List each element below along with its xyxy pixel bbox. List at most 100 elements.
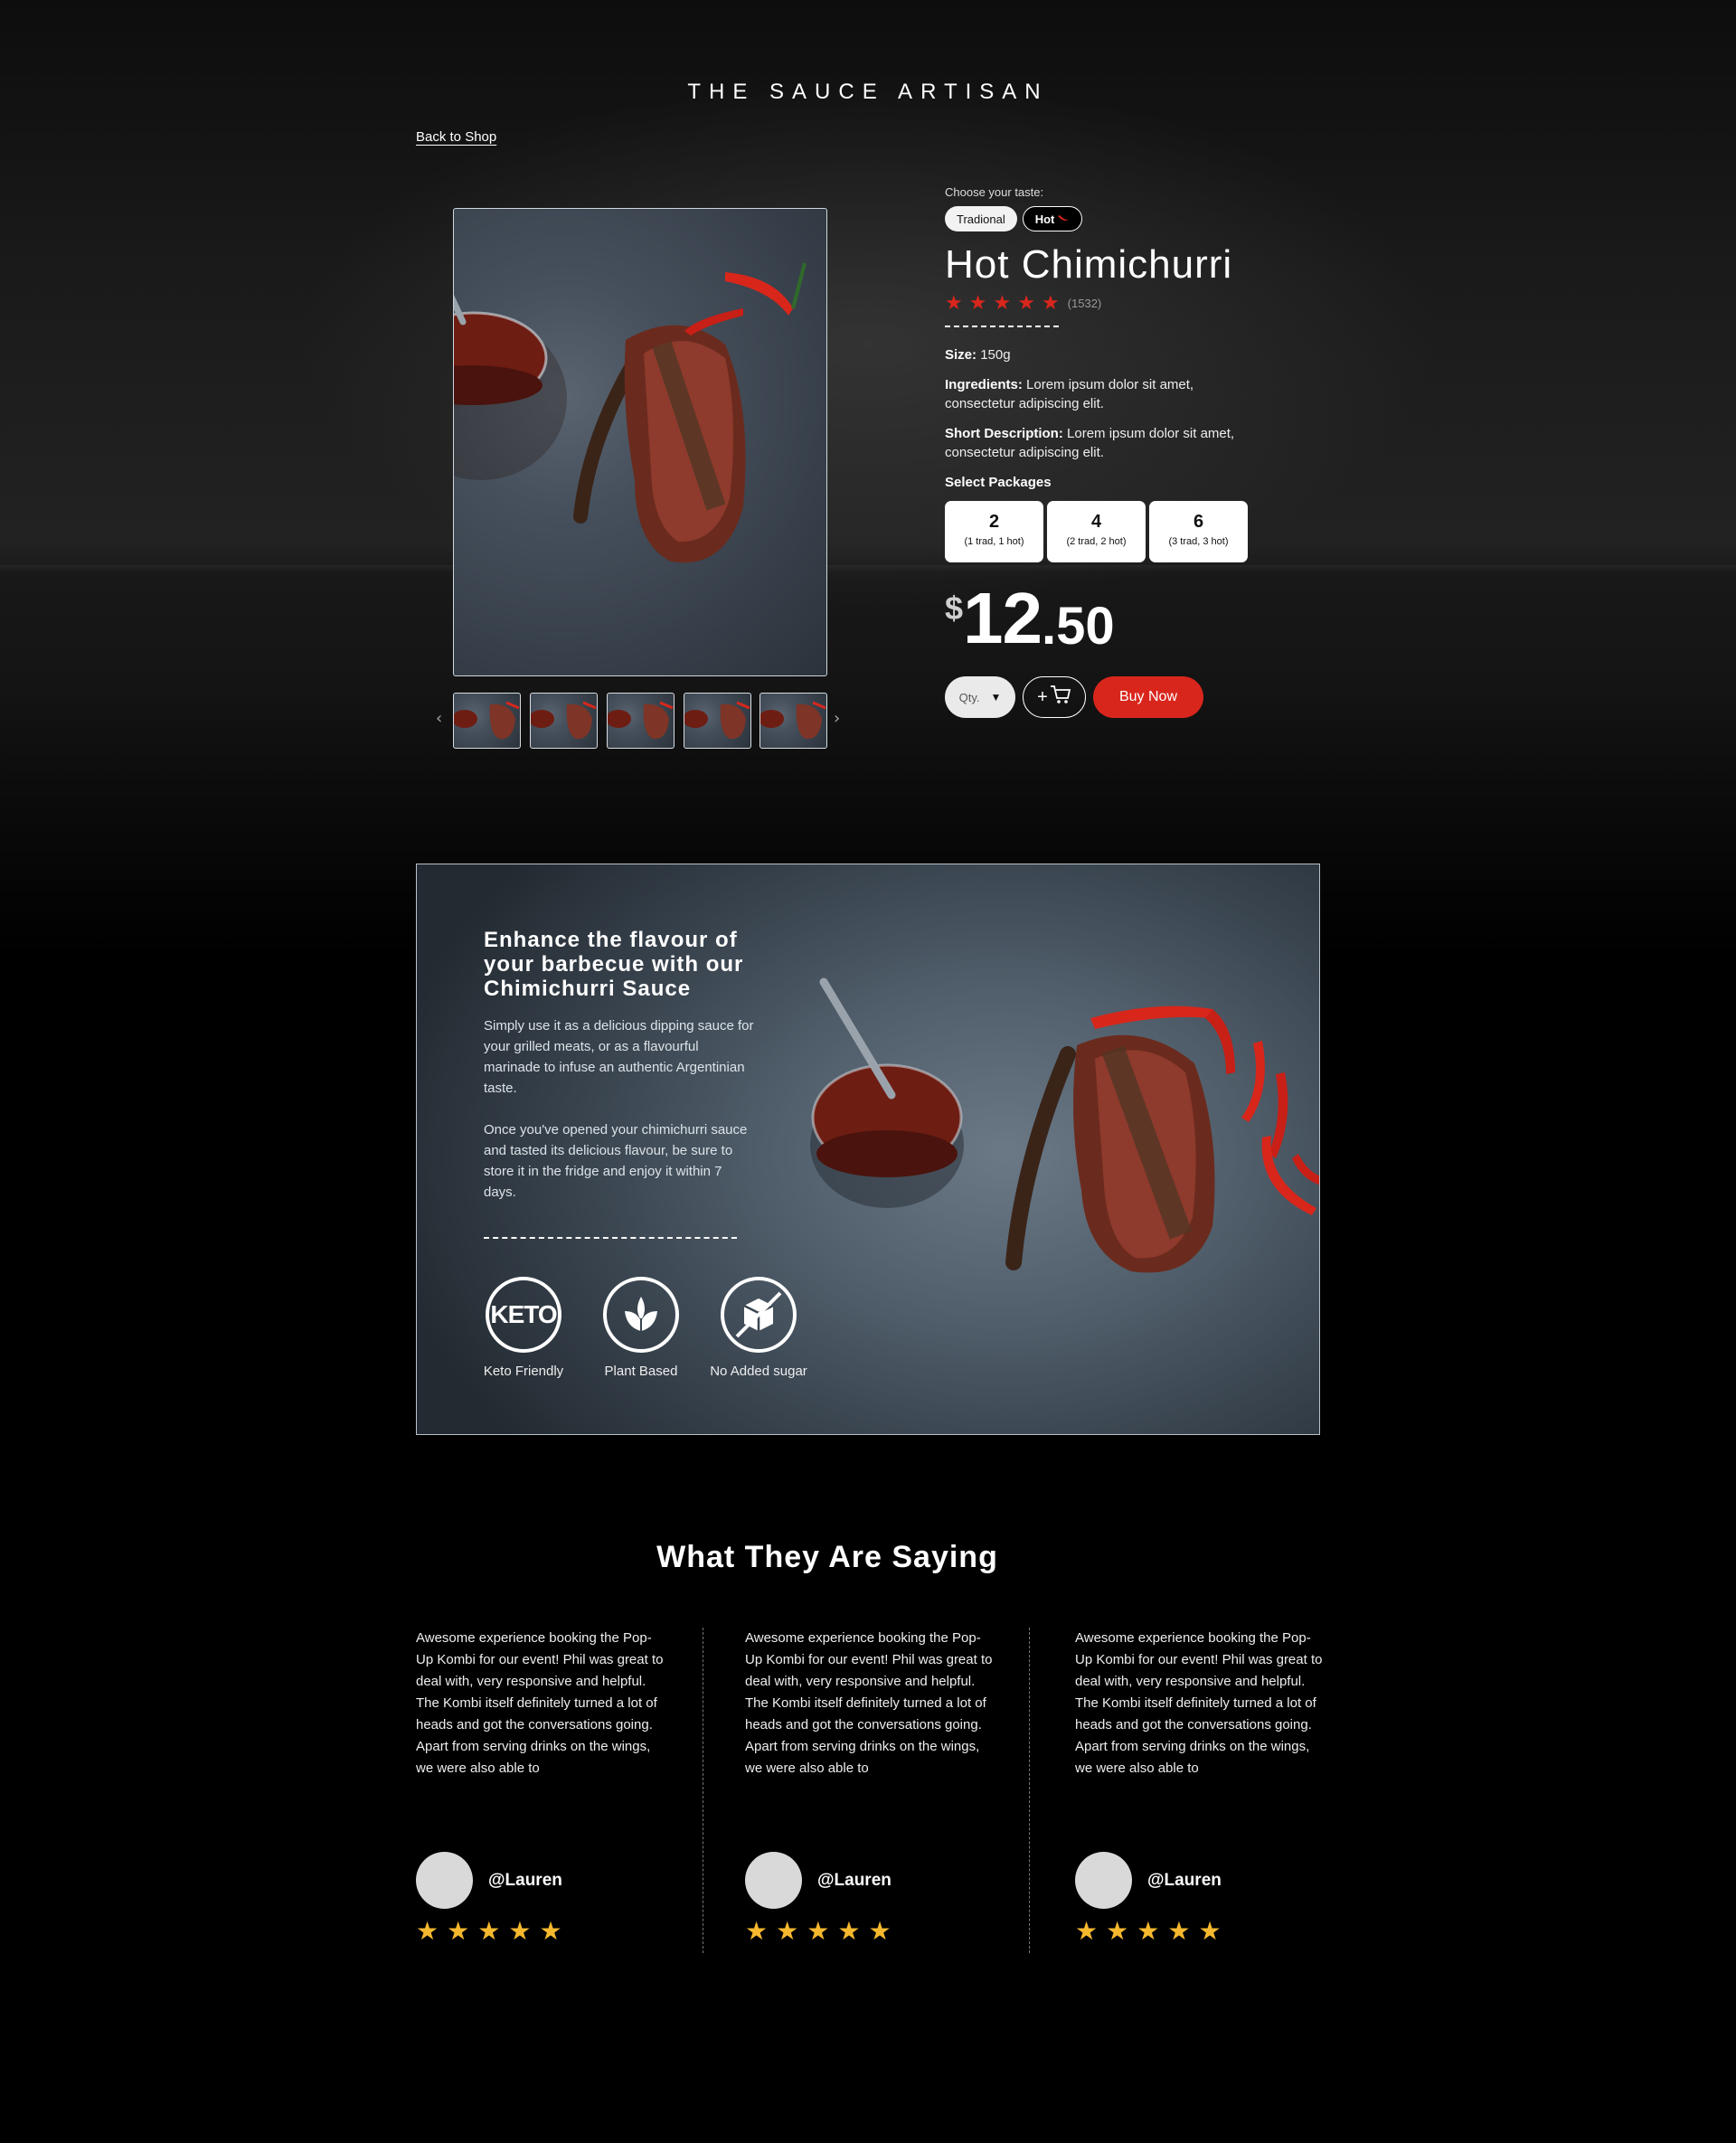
chili-icon [1057,212,1070,226]
avatar [1075,1852,1132,1909]
feature-banner: Enhance the flavour of your barbecue wit… [416,864,1320,1435]
star-icon: ★ [945,291,963,314]
purchase-actions: Qty. ▼ + Buy Now [945,676,1252,718]
reviews-section: Awesome experience booking the Pop-Up Ko… [416,1628,1322,1953]
feature-title: Enhance the flavour of your barbecue wit… [484,928,744,1001]
star-icon: ★ [447,1916,470,1946]
product-title: Hot Chimichurri [945,242,1233,287]
review-text: Awesome experience booking the Pop-Up Ko… [416,1630,664,1776]
chevron-right-icon[interactable]: › [834,709,840,728]
review-author: @Lauren [416,1852,562,1909]
star-icon: ★ [837,1916,861,1946]
review-stars: ★ ★ ★ ★ ★ [416,1919,562,1944]
taste-option-label: Tradional [957,212,1005,226]
package-count: 6 [1193,512,1204,532]
star-icon: ★ [477,1916,501,1946]
price-currency: $ [945,590,964,627]
size-label: Size: [945,347,977,363]
star-icon: ★ [807,1916,830,1946]
product-main-image [453,208,827,676]
packages-label: Select Packages [945,475,1052,490]
badge-label: No Added sugar [710,1364,807,1379]
badge-no-added-sugar: No Added sugar [710,1277,807,1379]
add-to-cart-button[interactable]: + [1023,676,1086,718]
star-icon: ★ [968,291,987,314]
thumbnail[interactable] [684,693,751,749]
feature-paragraph: Once you've opened your chimichurri sauc… [484,1122,748,1200]
star-icon: ★ [1075,1916,1099,1946]
chevron-left-icon[interactable]: ‹ [436,709,442,728]
feature-copy: Enhance the flavour of your barbecue wit… [484,928,755,1239]
star-icon: ★ [508,1916,532,1946]
package-option-6[interactable]: 6 (3 trad, 3 hot) [1149,501,1248,562]
taste-option-traditional[interactable]: Tradional [945,206,1017,231]
price-decimal: .50 [1042,597,1115,656]
thumbnail[interactable] [530,693,598,749]
review-stars: ★ ★ ★ ★ ★ [745,1919,892,1944]
package-detail: (3 trad, 3 hot) [1168,536,1229,547]
review-handle: @Lauren [817,1870,892,1890]
leaf-icon [603,1277,679,1353]
product-details: Size: 150g Ingredients: Lorem ipsum dolo… [945,345,1252,462]
brand-logo[interactable]: THE SAUCE ARTISAN [0,80,1736,105]
caret-down-icon: ▼ [990,691,1002,703]
package-detail: (1 trad, 1 hot) [964,536,1024,547]
star-icon: ★ [1198,1916,1222,1946]
quantity-select[interactable]: Qty. ▼ [945,676,1015,718]
review-count[interactable]: (1532) [1068,297,1102,310]
back-to-shop-link[interactable]: Back to Shop [416,129,496,145]
product-price: $ 12 .50 [945,582,1252,655]
review-author: @Lauren [745,1852,892,1909]
star-icon: ★ [1041,291,1060,314]
package-count: 4 [1090,512,1102,532]
size-value: 150g [980,347,1011,363]
steak-sauce-illustration [454,262,807,563]
star-icon: ★ [416,1916,439,1946]
review-handle: @Lauren [1147,1870,1222,1890]
hero-background [0,0,1736,958]
badge-plant-based: Plant Based [598,1277,684,1379]
thumbnail-strip: ‹ › [436,693,844,749]
taste-option-label: Hot [1034,212,1055,226]
divider [484,1237,737,1239]
divider [945,326,1059,327]
star-icon: ★ [1137,1916,1160,1946]
package-options: 2 (1 trad, 1 hot) 4 (2 trad, 2 hot) 6 (3… [945,501,1252,562]
plus-label: + [1037,686,1048,707]
star-icon: ★ [993,291,1012,314]
keto-icon: KETO [486,1277,561,1353]
feature-paragraph: Simply use it as a delicious dipping sau… [484,1018,754,1096]
thumbnail[interactable] [453,693,521,749]
avatar [745,1852,802,1909]
review-card: Awesome experience booking the Pop-Up Ko… [745,1628,994,1780]
feature-badges: KETO Keto Friendly Plant Based No Added … [480,1277,807,1379]
review-handle: @Lauren [488,1870,562,1890]
star-icon: ★ [1106,1916,1129,1946]
buy-now-button[interactable]: Buy Now [1093,676,1203,718]
star-icon: ★ [539,1916,562,1946]
review-divider [1029,1628,1030,1953]
no-sugar-icon [721,1277,797,1353]
review-author: @Lauren [1075,1852,1222,1909]
ingredients-label: Ingredients: [945,377,1023,392]
star-icon: ★ [1017,291,1035,314]
package-option-4[interactable]: 4 (2 trad, 2 hot) [1047,501,1146,562]
badge-label: Plant Based [604,1364,678,1379]
review-card: Awesome experience booking the Pop-Up Ko… [1075,1628,1324,1780]
taste-option-hot[interactable]: Hot [1022,206,1083,231]
badge-label: Keto Friendly [483,1364,564,1379]
thumbnail[interactable] [760,693,827,749]
short-description-label: Short Description: [945,426,1063,441]
package-option-2[interactable]: 2 (1 trad, 1 hot) [945,501,1043,562]
hero-floor-line [0,565,1736,572]
feature-background-image: Enhance the flavour of your barbecue wit… [417,864,1319,1434]
star-icon: ★ [1167,1916,1191,1946]
quantity-label: Qty. [958,690,980,704]
cart-icon [1050,684,1071,710]
price-whole: 12 [963,578,1043,658]
star-icon: ★ [868,1916,892,1946]
review-text: Awesome experience booking the Pop-Up Ko… [1075,1630,1323,1776]
thumbnail[interactable] [607,693,675,749]
reviews-title: What They Are Saying [656,1540,998,1574]
product-rating: ★ ★ ★ ★ ★ (1532) [945,293,1252,313]
